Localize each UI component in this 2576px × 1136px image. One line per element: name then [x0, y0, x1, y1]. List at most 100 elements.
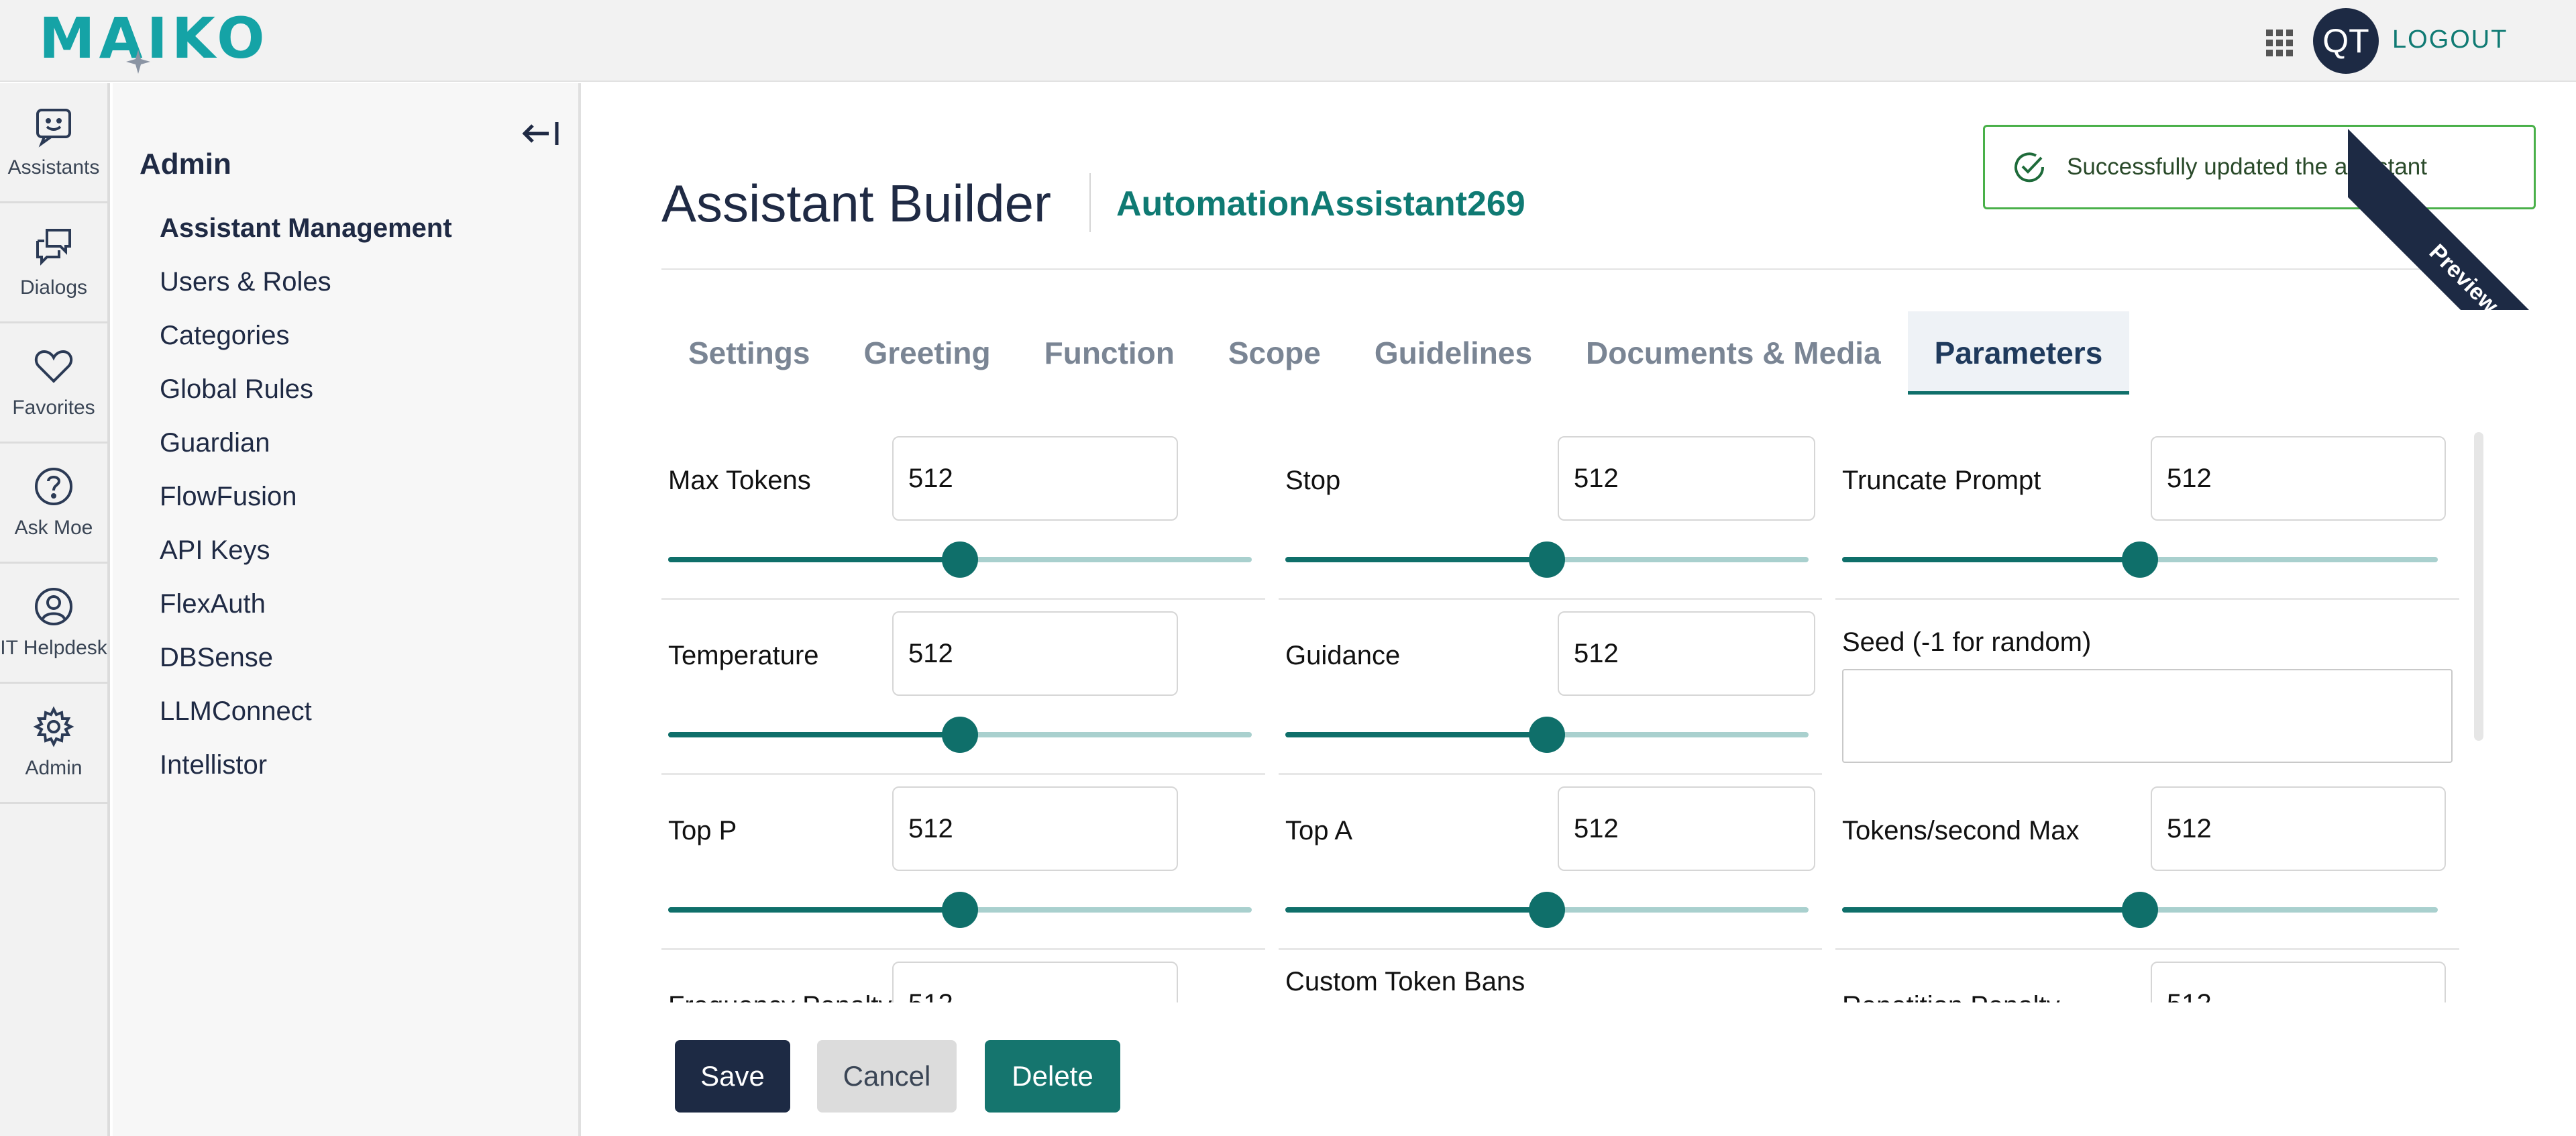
admin-menu-dbsense[interactable]: DBSense [160, 631, 452, 684]
admin-panel: Admin Assistant Management Users & Roles… [113, 83, 581, 1136]
repetition-penalty-input[interactable] [2151, 962, 2446, 1002]
rail-label: Ask Moe [14, 517, 93, 539]
slider-thumb[interactable] [2122, 892, 2158, 928]
assistant-name: AutomationAssistant269 [1116, 185, 1525, 223]
param-guidance: Guidance [1279, 601, 1822, 775]
admin-menu-categories[interactable]: Categories [160, 309, 452, 362]
seed-input[interactable] [1842, 669, 2453, 763]
top-p-slider[interactable] [668, 892, 1252, 928]
param-label: Top P [668, 816, 737, 845]
chat-smile-icon [36, 109, 71, 148]
top-bar: MAIKO QT LOGOUT [0, 0, 2576, 82]
parameters-scrollbar[interactable] [2474, 432, 2483, 741]
tokens-second-max-input[interactable] [2151, 786, 2446, 871]
stop-slider[interactable] [1285, 541, 1809, 578]
tab-settings[interactable]: Settings [661, 311, 837, 395]
param-label: Temperature [668, 641, 819, 670]
top-a-slider[interactable] [1285, 892, 1809, 928]
guidance-slider[interactable] [1285, 717, 1809, 753]
temperature-slider[interactable] [668, 717, 1252, 753]
logo-star-icon [126, 50, 150, 74]
param-stop: Stop [1279, 425, 1822, 600]
admin-menu-flexauth[interactable]: FlexAuth [160, 577, 452, 631]
top-a-input[interactable] [1558, 786, 1815, 871]
delete-button[interactable]: Delete [985, 1040, 1120, 1113]
slider-thumb[interactable] [942, 541, 978, 578]
rail-item-it-helpdesk[interactable]: IT Helpdesk [0, 564, 107, 684]
admin-menu-intellistor[interactable]: Intellistor [160, 738, 452, 792]
truncate-prompt-slider[interactable] [1842, 541, 2438, 578]
temperature-input[interactable] [892, 611, 1178, 696]
heart-icon [34, 350, 73, 383]
apps-grid-icon[interactable] [2265, 28, 2294, 58]
collapse-panel-icon[interactable] [519, 117, 562, 150]
slider-thumb[interactable] [1529, 717, 1565, 753]
logout-link[interactable]: LOGOUT [2392, 25, 2508, 54]
tab-greeting[interactable]: Greeting [837, 311, 1017, 395]
truncate-prompt-input[interactable] [2151, 436, 2446, 521]
param-label: Frequency Penalty [668, 991, 892, 1002]
param-label: Stop [1285, 466, 1341, 495]
admin-menu-api-keys[interactable]: API Keys [160, 523, 452, 577]
admin-menu-assistant-management[interactable]: Assistant Management [160, 201, 452, 255]
admin-menu-flowfusion[interactable]: FlowFusion [160, 470, 452, 523]
main-content: Assistant Builder AutomationAssistant269… [584, 83, 2576, 1136]
stop-input[interactable] [1558, 436, 1815, 521]
page-title: Assistant Builder [661, 174, 1051, 233]
slider-thumb[interactable] [1529, 541, 1565, 578]
logo-text: MAIKO [39, 5, 269, 71]
rail-item-admin[interactable]: Admin [0, 684, 107, 804]
param-tokens-second-max: Tokens/second Max [1835, 776, 2459, 950]
tab-parameters[interactable]: Parameters [1907, 311, 2130, 395]
param-repetition-penalty: Repetition Penalty [1835, 951, 2459, 1002]
user-avatar[interactable]: QT [2313, 8, 2379, 74]
tokens-second-max-slider[interactable] [1842, 892, 2438, 928]
rail-label: Favorites [12, 397, 95, 419]
slider-thumb[interactable] [2122, 541, 2158, 578]
admin-menu-guardian[interactable]: Guardian [160, 416, 452, 470]
param-truncate-prompt: Truncate Prompt [1835, 425, 2459, 600]
icon-rail: Assistants Dialogs Favorites Ask Moe IT … [0, 83, 110, 1136]
admin-menu-global-rules[interactable]: Global Rules [160, 362, 452, 416]
slider-thumb[interactable] [942, 717, 978, 753]
help-circle-icon [35, 468, 72, 505]
tab-guidelines[interactable]: Guidelines [1348, 311, 1559, 395]
maiko-logo[interactable]: MAIKO [39, 5, 269, 74]
parameters-panel: Max Tokens Stop Truncate Prompt Temperat… [661, 425, 2473, 1002]
save-button[interactable]: Save [675, 1040, 790, 1113]
max-tokens-input[interactable] [892, 436, 1178, 521]
rail-label: IT Helpdesk [0, 637, 107, 659]
slider-thumb[interactable] [942, 892, 978, 928]
max-tokens-slider[interactable] [668, 541, 1252, 578]
tab-scope[interactable]: Scope [1201, 311, 1348, 395]
rail-label: Assistants [7, 156, 100, 178]
rail-item-dialogs[interactable]: Dialogs [0, 203, 107, 323]
rail-item-assistants[interactable]: Assistants [0, 83, 107, 203]
dialogs-icon [36, 229, 71, 266]
success-toast: Successfully updated the assistant [1983, 125, 2536, 209]
admin-menu-users-roles[interactable]: Users & Roles [160, 255, 452, 309]
admin-menu-llmconnect[interactable]: LLMConnect [160, 684, 452, 738]
tab-function[interactable]: Function [1018, 311, 1201, 395]
gear-icon [33, 706, 74, 747]
frequency-penalty-input[interactable] [892, 962, 1178, 1002]
cancel-button[interactable]: Cancel [817, 1040, 957, 1113]
tab-documents-media[interactable]: Documents & Media [1559, 311, 1908, 395]
check-circle-icon [2015, 152, 2045, 183]
guidance-input[interactable] [1558, 611, 1815, 696]
param-top-a: Top A [1279, 776, 1822, 950]
param-custom-token-bans: Custom Token Bans [1279, 951, 1822, 1002]
title-separator [1089, 173, 1091, 232]
param-label: Truncate Prompt [1842, 466, 2041, 495]
param-temperature: Temperature [661, 601, 1265, 775]
param-label: Tokens/second Max [1842, 816, 2080, 845]
rail-item-ask-moe[interactable]: Ask Moe [0, 444, 107, 564]
param-label: Repetition Penalty [1842, 991, 2060, 1002]
rail-item-favorites[interactable]: Favorites [0, 323, 107, 444]
admin-menu: Assistant Management Users & Roles Categ… [160, 201, 452, 792]
rail-label: Dialogs [19, 276, 88, 299]
param-frequency-penalty: Frequency Penalty [661, 951, 1265, 1002]
param-label: Guidance [1285, 641, 1401, 670]
slider-thumb[interactable] [1529, 892, 1565, 928]
top-p-input[interactable] [892, 786, 1178, 871]
